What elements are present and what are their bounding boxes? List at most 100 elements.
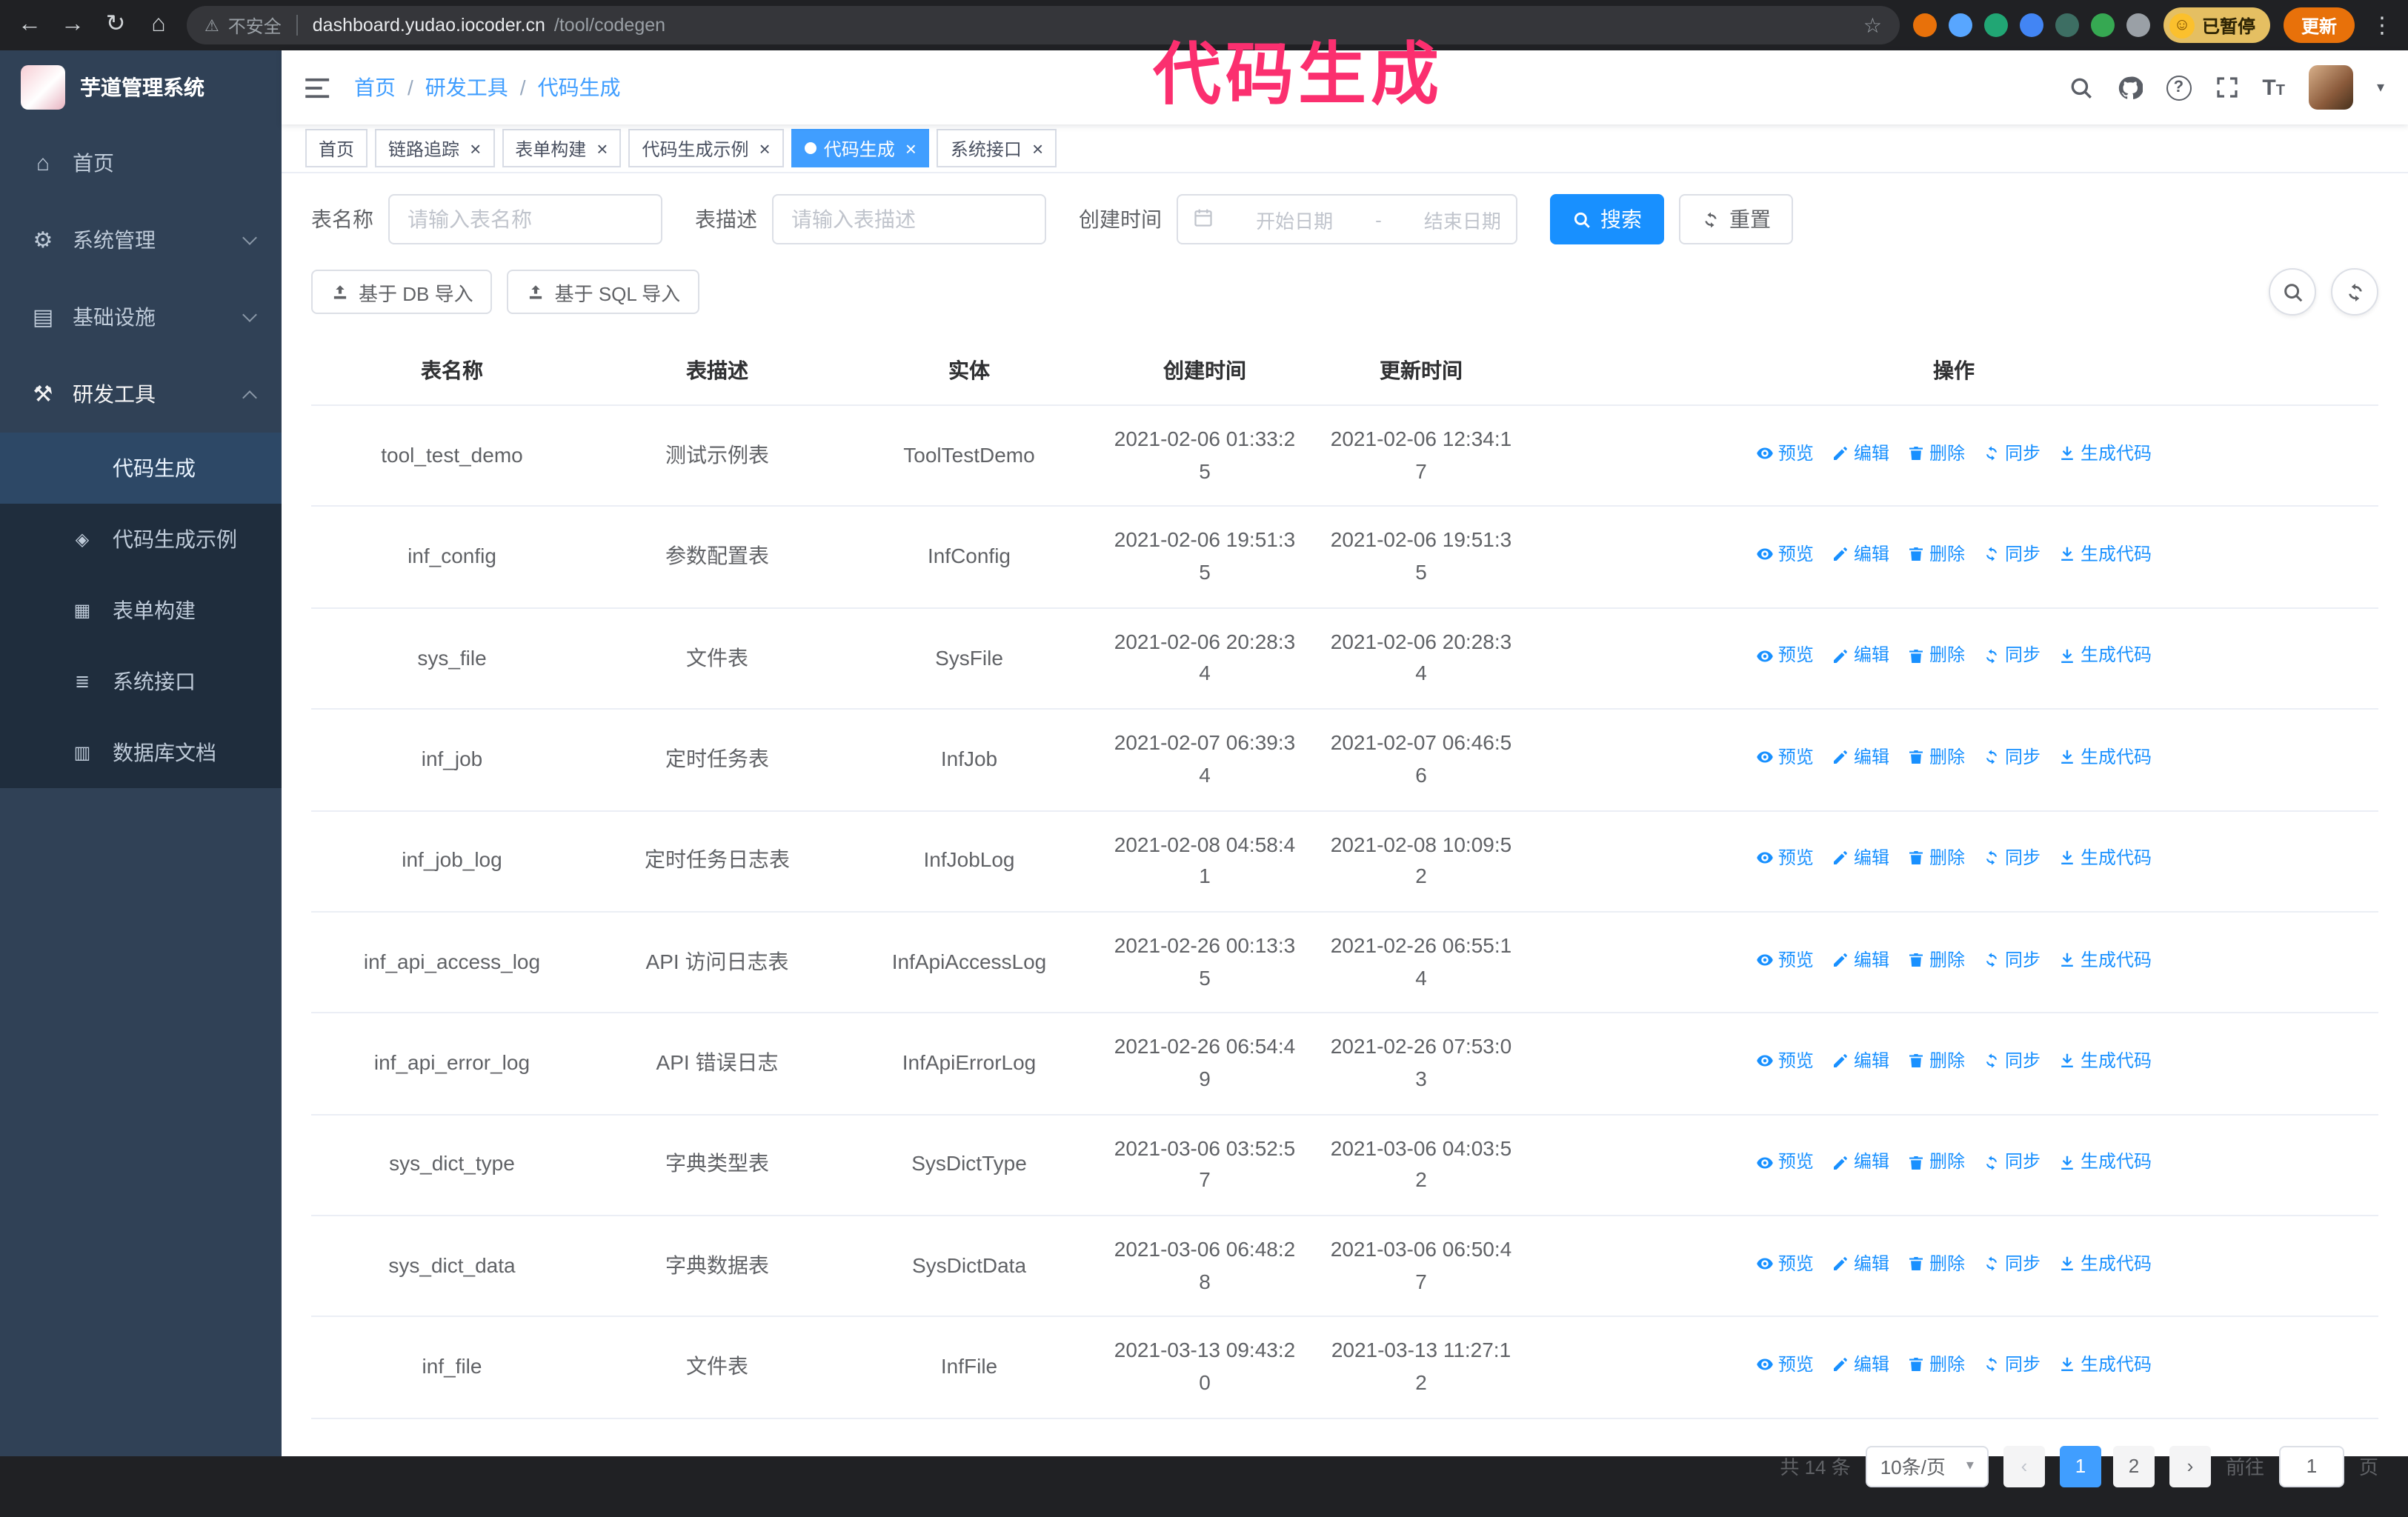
sidebar-subitem-form-builder[interactable]: ▦ 表单构建 [0, 575, 282, 646]
delete-link[interactable]: 删除 [1907, 439, 1965, 467]
back-icon[interactable]: ← [15, 13, 44, 37]
next-page-button[interactable]: › [2169, 1445, 2211, 1487]
sync-link[interactable]: 同步 [1983, 1149, 2041, 1176]
sidebar-item-system[interactable]: ⚙ 系统管理 [0, 201, 282, 279]
generate-code-link[interactable]: 生成代码 [2058, 946, 2152, 973]
generate-code-link[interactable]: 生成代码 [2058, 1250, 2152, 1277]
sync-link[interactable]: 同步 [1983, 1047, 2041, 1075]
table-desc-input[interactable] [772, 194, 1046, 244]
generate-code-link[interactable]: 生成代码 [2058, 1351, 2152, 1378]
fullscreen-icon[interactable] [2215, 76, 2238, 99]
hamburger-icon[interactable] [305, 76, 333, 99]
extension-leaf-icon[interactable] [2090, 13, 2115, 37]
sync-link[interactable]: 同步 [1983, 844, 2041, 872]
tab-codegen-demo[interactable]: 代码生成示例 × [628, 129, 784, 167]
sync-link[interactable]: 同步 [1983, 642, 2041, 670]
close-tab-icon[interactable]: × [596, 139, 608, 158]
generate-code-link[interactable]: 生成代码 [2058, 541, 2152, 568]
edit-link[interactable]: 编辑 [1832, 1250, 1889, 1277]
preview-link[interactable]: 预览 [1756, 1047, 1814, 1075]
sidebar-item-home[interactable]: ⌂ 首页 [0, 124, 282, 201]
edit-link[interactable]: 编辑 [1832, 642, 1889, 670]
edit-link[interactable]: 编辑 [1832, 1047, 1889, 1075]
extension-orange-icon[interactable] [1912, 13, 1937, 37]
extension-blue-drop-icon[interactable] [1948, 13, 1972, 37]
sync-link[interactable]: 同步 [1983, 439, 2041, 467]
extension-puzzle-icon[interactable] [2126, 13, 2150, 37]
search-button[interactable]: 搜索 [1550, 194, 1664, 244]
breadcrumb-item[interactable]: 首页 [354, 73, 396, 102]
delete-link[interactable]: 删除 [1907, 541, 1965, 568]
sync-link[interactable]: 同步 [1983, 744, 2041, 771]
edit-link[interactable]: 编辑 [1832, 541, 1889, 568]
delete-link[interactable]: 删除 [1907, 642, 1965, 670]
preview-link[interactable]: 预览 [1756, 439, 1814, 467]
delete-link[interactable]: 删除 [1907, 744, 1965, 771]
help-icon[interactable]: ? [2166, 75, 2192, 100]
generate-code-link[interactable]: 生成代码 [2058, 439, 2152, 467]
sync-link[interactable]: 同步 [1983, 541, 2041, 568]
import-db-button[interactable]: 基于 DB 导入 [311, 270, 493, 314]
table-name-input[interactable] [388, 194, 662, 244]
delete-link[interactable]: 删除 [1907, 1047, 1965, 1075]
delete-link[interactable]: 删除 [1907, 1351, 1965, 1378]
generate-code-link[interactable]: 生成代码 [2058, 844, 2152, 872]
reload-icon[interactable]: ↻ [101, 13, 130, 37]
close-tab-icon[interactable]: × [1032, 139, 1043, 158]
refresh-button[interactable] [2331, 268, 2378, 316]
tab-codegen[interactable]: 代码生成 × [791, 129, 930, 167]
tab-api[interactable]: 系统接口 × [937, 129, 1057, 167]
chrome-update-button[interactable]: 更新 [2283, 7, 2355, 43]
tab-form-builder[interactable]: 表单构建 × [502, 129, 622, 167]
sidebar-item-devtools[interactable]: ⚒ 研发工具 [0, 356, 282, 433]
tab-home[interactable]: 首页 [305, 129, 368, 167]
app-logo[interactable]: 芋道管理系统 [0, 50, 282, 124]
breadcrumb-item[interactable]: 研发工具 [425, 73, 508, 102]
chevron-down-icon[interactable]: ▾ [2377, 79, 2384, 96]
close-tab-icon[interactable]: × [905, 139, 917, 158]
delete-link[interactable]: 删除 [1907, 946, 1965, 973]
preview-link[interactable]: 预览 [1756, 1351, 1814, 1378]
sidebar-subitem-api[interactable]: ≣ 系统接口 [0, 646, 282, 717]
delete-link[interactable]: 删除 [1907, 1149, 1965, 1176]
sync-link[interactable]: 同步 [1983, 1351, 2041, 1378]
sidebar-item-infra[interactable]: ▤ 基础设施 [0, 279, 282, 356]
delete-link[interactable]: 删除 [1907, 844, 1965, 872]
profile-paused-badge[interactable]: ☺ 已暂停 [2163, 7, 2270, 43]
extension-people-icon[interactable] [2019, 13, 2043, 37]
home-icon[interactable]: ⌂ [144, 13, 173, 37]
generate-code-link[interactable]: 生成代码 [2058, 744, 2152, 771]
date-range-picker[interactable]: 开始日期 - 结束日期 [1177, 194, 1517, 244]
font-size-icon[interactable]: TT [2262, 76, 2285, 99]
close-tab-icon[interactable]: × [759, 139, 771, 158]
generate-code-link[interactable]: 生成代码 [2058, 642, 2152, 670]
github-icon[interactable] [2117, 75, 2143, 100]
edit-link[interactable]: 编辑 [1832, 946, 1889, 973]
import-sql-button[interactable]: 基于 SQL 导入 [507, 270, 700, 314]
tab-tracing[interactable]: 链路追踪 × [375, 129, 495, 167]
address-bar[interactable]: ⚠ 不安全 dashboard.yudao.iocoder.cn /tool/c… [187, 6, 1900, 44]
forward-icon[interactable]: → [58, 13, 87, 37]
edit-link[interactable]: 编辑 [1832, 844, 1889, 872]
sidebar-subitem-codegen[interactable]: 代码生成 [0, 433, 282, 504]
edit-link[interactable]: 编辑 [1832, 1149, 1889, 1176]
edit-link[interactable]: 编辑 [1832, 1351, 1889, 1378]
extension-teal-icon[interactable] [2055, 13, 2079, 37]
generate-code-link[interactable]: 生成代码 [2058, 1149, 2152, 1176]
delete-link[interactable]: 删除 [1907, 1250, 1965, 1277]
prev-page-button[interactable]: ‹ [2003, 1445, 2045, 1487]
sync-link[interactable]: 同步 [1983, 946, 2041, 973]
browser-menu-icon[interactable]: ⋮ [2371, 12, 2393, 39]
sidebar-subitem-db-doc[interactable]: ▥ 数据库文档 [0, 717, 282, 788]
breadcrumb-item[interactable]: 代码生成 [538, 73, 621, 102]
preview-link[interactable]: 预览 [1756, 642, 1814, 670]
preview-link[interactable]: 预览 [1756, 1250, 1814, 1277]
page-button-2[interactable]: 2 [2112, 1445, 2155, 1487]
close-tab-icon[interactable]: × [470, 139, 481, 158]
preview-link[interactable]: 预览 [1756, 541, 1814, 568]
preview-link[interactable]: 预览 [1756, 744, 1814, 771]
toggle-search-button[interactable] [2269, 268, 2316, 316]
sync-link[interactable]: 同步 [1983, 1250, 2041, 1277]
extension-green-check-icon[interactable] [1983, 13, 2008, 37]
edit-link[interactable]: 编辑 [1832, 439, 1889, 467]
